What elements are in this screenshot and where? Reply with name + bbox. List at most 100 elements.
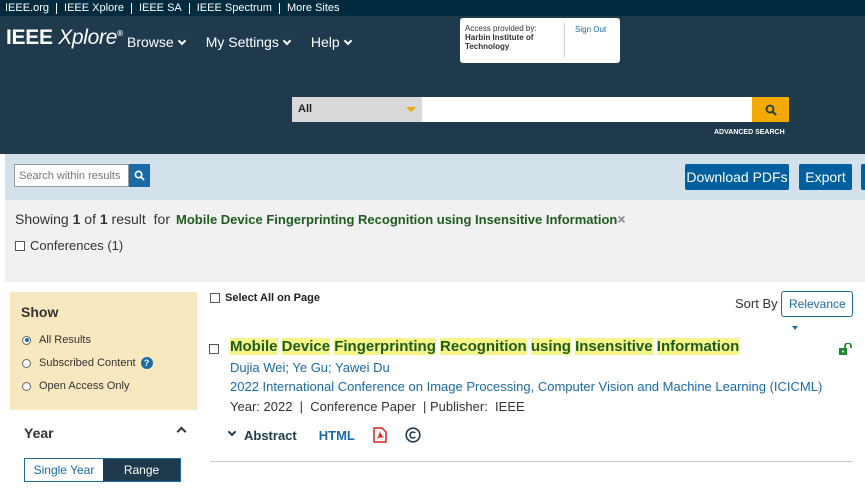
nav-help-label: Help: [310, 34, 340, 50]
topbar-link-more-sites[interactable]: More Sites: [280, 2, 347, 14]
year-filter-title: Year: [24, 425, 54, 441]
showing-prefix: Showing: [15, 211, 69, 227]
result-meta: Year: 2022 | Conference Paper | Publishe…: [230, 399, 525, 414]
filter-conferences[interactable]: Conferences (1): [15, 238, 123, 253]
chevron-up-icon[interactable]: [176, 426, 187, 437]
select-all-label: Select All on Page: [225, 292, 320, 304]
title-word: Insensitive: [575, 338, 653, 355]
show-filter-panel: Show All Results Subscribed Content ? Op…: [10, 292, 197, 410]
showing-total: 1: [99, 211, 108, 227]
logo-mark: ®: [117, 29, 123, 38]
access-institution: Harbin Institute of Technology: [465, 33, 534, 51]
access-panel: Access provided by: Harbin Institute of …: [460, 18, 620, 63]
abstract-label: Abstract: [244, 427, 297, 443]
help-icon[interactable]: ?: [140, 357, 153, 369]
search-scope-value: All: [298, 103, 313, 115]
nav-help[interactable]: Help: [310, 34, 352, 50]
result-venue-link[interactable]: 2022 International Conference on Image P…: [230, 379, 822, 394]
chevron-down-icon: [343, 36, 352, 46]
title-word: Mobile: [230, 338, 278, 355]
publisher-value: IEEE: [495, 399, 525, 414]
pdf-icon[interactable]: [373, 427, 387, 443]
advanced-search-link[interactable]: ADVANCED SEARCH: [714, 129, 785, 136]
single-year-tab[interactable]: Single Year: [25, 459, 103, 481]
radio-open-access-only[interactable]: Open Access Only: [22, 380, 130, 392]
title-word: Device: [281, 338, 331, 355]
range-tab[interactable]: Range: [103, 459, 180, 481]
search-input[interactable]: [422, 97, 752, 122]
logo-main: IEEE: [6, 26, 53, 49]
showing-of: of: [84, 211, 96, 227]
copyright-icon[interactable]: [405, 427, 421, 443]
logo-brand: Xplore: [58, 26, 118, 49]
result-title-link[interactable]: Mobile Device Fingerprinting Recognition…: [230, 338, 740, 355]
chevron-down-icon: [227, 427, 237, 437]
radio-all-results-label: All Results: [39, 334, 91, 346]
filter-conferences-label: Conferences (1): [30, 238, 124, 253]
show-title: Show: [21, 304, 59, 320]
topbar-link-ieee-xplore[interactable]: IEEE Xplore: [57, 2, 132, 14]
result-authors[interactable]: Dujia Wei; Ye Gu; Yawei Du: [230, 360, 390, 375]
result-item-checkbox[interactable]: [209, 344, 219, 354]
clear-query-icon[interactable]: ×: [617, 211, 625, 227]
result-actions: Abstract HTML: [227, 427, 421, 443]
chevron-down-icon: [177, 36, 186, 46]
title-word: Recognition: [440, 338, 527, 355]
topbar-link-ieee-sa[interactable]: IEEE SA: [132, 2, 190, 14]
download-pdfs-button[interactable]: Download PDFs: [685, 164, 789, 190]
site-header: IEEE Xplore® Browse My Settings Help Acc…: [0, 16, 865, 154]
sort-by-label: Sort By: [735, 296, 778, 311]
showing-result-word: result: [111, 211, 146, 227]
radio-subscribed-content-label: Subscribed Content: [39, 357, 136, 369]
access-info: Access provided by: Harbin Institute of …: [465, 24, 560, 51]
search-button[interactable]: [752, 97, 789, 122]
topbar-link-ieee-org[interactable]: IEEE.org: [0, 2, 58, 14]
content-type: Conference Paper: [310, 399, 416, 414]
caret-down-icon: [792, 326, 798, 330]
search-scope-select[interactable]: All: [292, 97, 422, 122]
export-button[interactable]: Export: [799, 164, 852, 190]
more-actions-button[interactable]: [861, 164, 865, 190]
radio-all-results[interactable]: All Results: [22, 334, 91, 346]
year-mode-toggle: Single Year Range: [24, 458, 181, 482]
title-word: Fingerprinting: [334, 338, 436, 355]
search-icon: [134, 170, 145, 181]
search-within-input[interactable]: Search within results: [14, 164, 129, 187]
nav-my-settings[interactable]: My Settings: [205, 34, 292, 50]
select-all-checkbox[interactable]: [210, 293, 220, 303]
radio-button-selected[interactable]: [22, 335, 31, 345]
open-lock-icon: [838, 342, 852, 360]
sort-dropdown[interactable]: Relevance: [781, 291, 853, 330]
sort-value: Relevance: [789, 297, 846, 311]
search-within-button[interactable]: [129, 164, 150, 187]
abstract-toggle[interactable]: Abstract: [227, 427, 297, 443]
title-word: Information: [656, 338, 740, 355]
chevron-down-icon: [282, 36, 292, 46]
select-all-on-page[interactable]: Select All on Page: [210, 292, 320, 304]
ieee-xplore-logo[interactable]: IEEE Xplore®: [6, 26, 123, 50]
year-label: Year:: [230, 399, 260, 414]
access-divider: [564, 23, 565, 57]
sign-out-link[interactable]: Sign Out: [575, 25, 606, 34]
main-nav: Browse My Settings Help: [127, 34, 352, 50]
radio-open-access-only-label: Open Access Only: [39, 380, 130, 392]
year-value: 2022: [263, 399, 293, 414]
title-word: using: [530, 338, 571, 355]
nav-my-settings-label: My Settings: [205, 34, 279, 50]
results-summary: Showing 1 of 1 result for Mobile Device F…: [15, 211, 626, 227]
radio-button[interactable]: [22, 381, 31, 391]
radio-button[interactable]: [22, 358, 31, 368]
search-bar: All: [292, 97, 789, 122]
showing-from: 1: [72, 211, 81, 227]
html-link[interactable]: HTML: [319, 428, 355, 443]
search-icon: [765, 104, 777, 116]
nav-browse[interactable]: Browse: [127, 34, 186, 50]
global-topbar: IEEE.org IEEE Xplore IEEE SA IEEE Spectr…: [0, 0, 865, 16]
search-query-text: Mobile Device Fingerprinting Recognition…: [176, 212, 618, 227]
publisher-label: Publisher:: [430, 399, 488, 414]
conferences-checkbox[interactable]: [15, 240, 25, 251]
caret-down-icon: [406, 107, 416, 112]
radio-subscribed-content[interactable]: Subscribed Content ?: [22, 357, 153, 369]
topbar-link-ieee-spectrum[interactable]: IEEE Spectrum: [190, 2, 280, 14]
showing-for: for: [153, 211, 171, 227]
